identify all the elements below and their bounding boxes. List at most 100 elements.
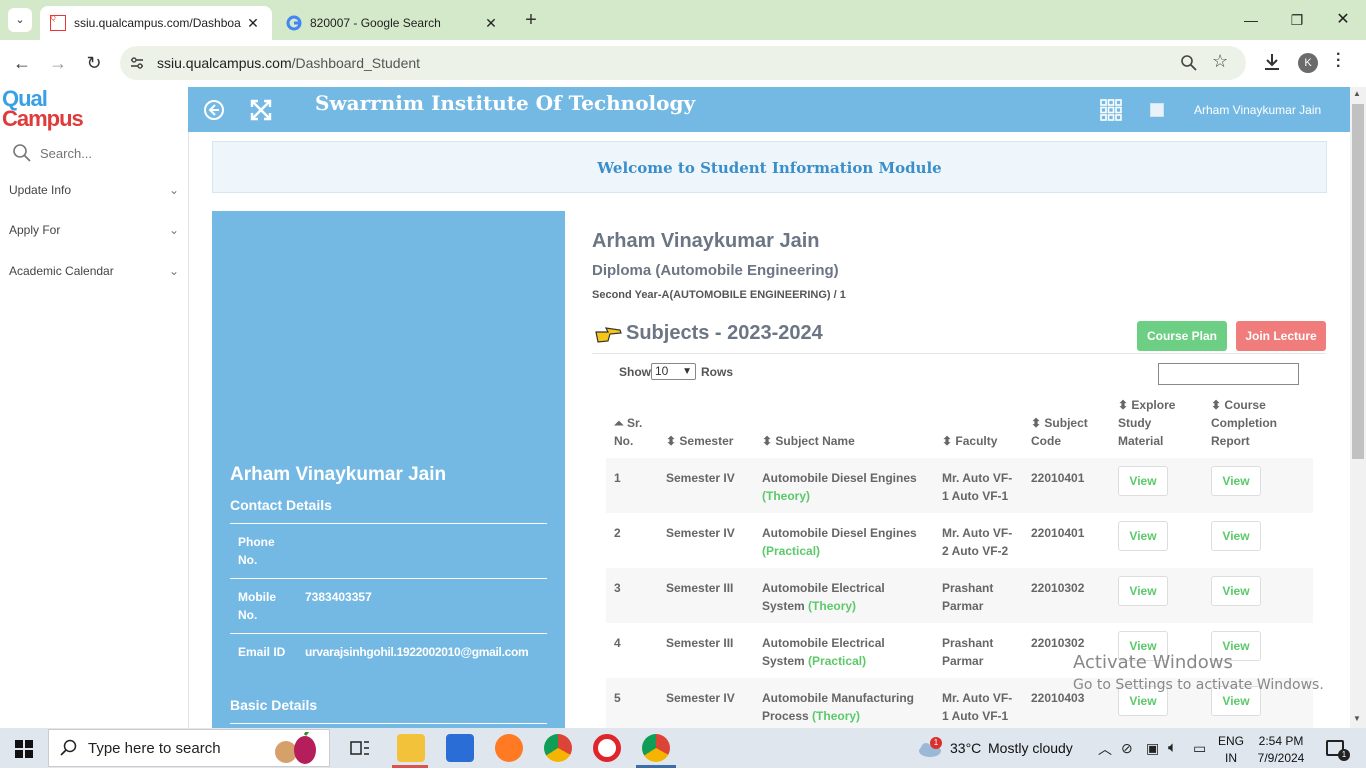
col-subject-code[interactable]: ⬍ Subject Code (1023, 396, 1110, 458)
profile-avatar[interactable]: K (1298, 53, 1318, 73)
task-view-icon[interactable] (350, 739, 370, 757)
reload-icon[interactable]: ↻ (82, 52, 106, 76)
opera-icon[interactable] (593, 734, 621, 762)
col-faculty[interactable]: ⬍ Faculty (934, 396, 1023, 458)
chevron-down-icon: ⌄ (168, 264, 179, 278)
rows-select[interactable]: 10 ▼ (651, 363, 696, 380)
sort-icon: ⬍ (1031, 416, 1042, 430)
cell-subject: Automobile Diesel Engines (Theory) (754, 458, 934, 513)
chrome-profile-icon[interactable] (642, 734, 670, 762)
course-plan-button[interactable]: Course Plan (1137, 321, 1227, 351)
close-tab-icon[interactable]: ✕ (482, 15, 500, 32)
back-icon[interactable]: ← (10, 52, 34, 76)
sort-icon: ⏶ (614, 416, 624, 430)
scroll-up-icon[interactable]: ▲ (1353, 89, 1361, 98)
forward-icon[interactable]: → (46, 52, 70, 76)
bookmark-star-icon[interactable]: ☆ (1212, 51, 1228, 72)
close-window-icon[interactable]: ✕ (1320, 8, 1366, 32)
url-host: ssiu.qualcampus.com (157, 55, 292, 71)
view-completion-report-button[interactable]: View (1211, 521, 1261, 551)
col-semester[interactable]: ⬍ Semester (658, 396, 754, 458)
sidebar-search-input[interactable] (40, 142, 180, 164)
logo-line2: Campus (2, 106, 84, 131)
rows-label: Rows (701, 365, 734, 379)
view-study-material-button[interactable]: View (1118, 466, 1168, 496)
cell-faculty: Prashant Parmar (934, 568, 1023, 623)
microsoft-store-icon[interactable] (446, 734, 474, 762)
table-header-row: ⏶ Sr. No. ⬍ Semester ⬍ Subject Name ⬍ Fa… (606, 396, 1313, 458)
site-info-icon[interactable] (128, 54, 146, 72)
sidebar-toggle-icon[interactable] (203, 99, 225, 121)
activate-windows-title: Activate Windows (1073, 652, 1233, 673)
cell-completion-report: View (1203, 568, 1313, 623)
subject-type: (Theory) (808, 599, 857, 613)
view-study-material-button[interactable]: View (1118, 576, 1168, 606)
weather-condition[interactable]: Mostly cloudy (988, 740, 1073, 756)
col-subject-name[interactable]: ⬍ Subject Name (754, 396, 934, 458)
sidebar-item-update-info[interactable]: Update Info ⌄ (9, 183, 179, 197)
sidebar-item-academic-calendar[interactable]: Academic Calendar ⌄ (9, 264, 179, 278)
apps-grid-icon[interactable] (1100, 99, 1122, 121)
tab-dashboard[interactable]: Q ssiu.qualcampus.com/Dashboa ✕ (40, 6, 272, 40)
language-code: ENG (1218, 734, 1245, 748)
close-tab-icon[interactable]: ✕ (244, 15, 262, 32)
firefox-icon[interactable] (495, 734, 523, 762)
volume-icon[interactable]: 🔈︎ (1168, 739, 1177, 756)
cell-faculty: Prashant Parmar (942, 636, 994, 668)
file-explorer-icon[interactable] (397, 734, 425, 762)
subject-type: (Theory) (762, 489, 810, 503)
display-icon[interactable]: ▭ (1193, 740, 1206, 757)
cell-study-material: View (1110, 568, 1203, 623)
col-course-completion-report[interactable]: ⬍ Course Completion Report (1203, 396, 1313, 458)
browser-menu-icon[interactable]: · · · (1336, 47, 1341, 75)
chevron-down-icon: ▼ (682, 366, 692, 377)
chevron-down-icon: ⌄ (168, 223, 179, 237)
profile-name: Arham Vinaykumar Jain (230, 464, 447, 485)
view-study-material-button[interactable]: View (1118, 521, 1168, 551)
cell-sr: 2 (614, 526, 621, 540)
notification-count: 1 (1338, 749, 1350, 761)
student-program: Diploma (Automobile Engineering) (592, 262, 839, 279)
qualcampus-logo[interactable]: Qual Campus (0, 86, 188, 132)
show-hidden-icons-chevron-icon[interactable]: ︿ (1098, 739, 1112, 759)
language-indicator[interactable]: ENG IN (1218, 733, 1244, 767)
tab-search-button[interactable]: ⌄ (8, 8, 32, 32)
weather-temp[interactable]: 33°C (950, 740, 981, 756)
network-icon[interactable]: ⊘ (1121, 740, 1133, 757)
cell-subject: Automobile Manufacturing Process (Theory… (754, 678, 934, 733)
zoom-icon[interactable] (1180, 54, 1198, 72)
divider (230, 578, 547, 579)
view-completion-report-button[interactable]: View (1211, 576, 1261, 606)
tab-google-search[interactable]: 820007 - Google Search ✕ (276, 6, 510, 40)
show-label: Show (619, 365, 651, 379)
cell-semester: Semester IV (658, 458, 754, 513)
minimize-icon[interactable]: — (1228, 8, 1274, 32)
rows-select-value: 10 (655, 364, 669, 378)
cell-faculty: Mr. Auto VF-1 Auto VF-1 (934, 458, 1023, 513)
divider (230, 633, 547, 634)
view-completion-report-button[interactable]: View (1211, 466, 1261, 496)
user-photo-broken-image[interactable] (1150, 103, 1164, 117)
cell-completion-report: View (1203, 458, 1313, 513)
scrollbar-thumb[interactable] (1352, 104, 1364, 459)
meet-now-icon[interactable]: ▣ (1146, 740, 1159, 757)
join-lecture-button[interactable]: Join Lecture (1236, 321, 1326, 351)
windows-start-icon[interactable] (15, 740, 33, 758)
downloads-icon[interactable] (1262, 52, 1282, 72)
new-tab-button[interactable]: + (520, 8, 542, 32)
contact-details-heading: Contact Details (230, 497, 332, 513)
cell-code: 22010401 (1023, 458, 1110, 513)
col-sr-no[interactable]: ⏶ Sr. No. (606, 396, 658, 458)
header-username[interactable]: Arham Vinaykumar Jain (1194, 103, 1321, 117)
scroll-down-icon[interactable]: ▼ (1353, 714, 1361, 723)
col-explore-study-material[interactable]: ⬍ Explore Study Material (1110, 396, 1203, 458)
qualcampus-favicon: Q (50, 15, 66, 31)
clock[interactable]: 2:54 PM 7/9/2024 (1256, 733, 1306, 767)
table-search-input[interactable] (1158, 363, 1299, 385)
restore-icon[interactable]: ❐ (1274, 8, 1320, 32)
chrome-icon[interactable] (544, 734, 572, 762)
fullscreen-icon[interactable] (250, 99, 272, 121)
url-text: ssiu.qualcampus.com/Dashboard_Student (157, 55, 420, 71)
sidebar-item-apply-for[interactable]: Apply For ⌄ (9, 223, 179, 237)
taskbar-search-placeholder: Type here to search (88, 740, 221, 757)
